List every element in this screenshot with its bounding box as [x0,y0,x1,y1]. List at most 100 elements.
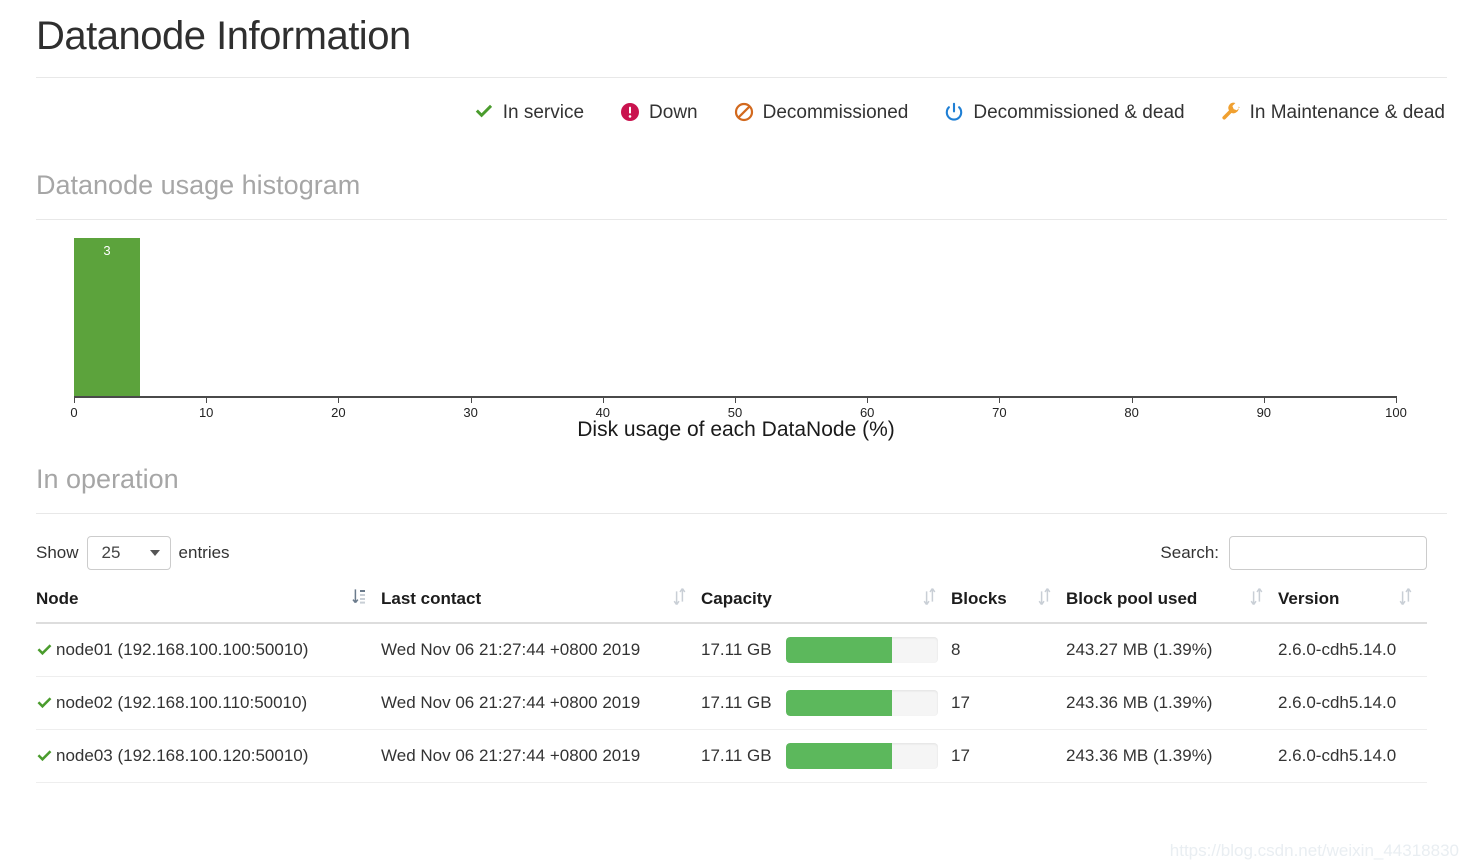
cell-last-contact: Wed Nov 06 21:27:44 +0800 2019 [381,676,701,730]
column-sort-icon[interactable] [1249,588,1264,610]
column-header-label: Version [1278,589,1340,608]
x-axis-tick [74,396,75,403]
cell-last-contact: Wed Nov 06 21:27:44 +0800 2019 [381,729,701,783]
in-operation-heading: In operation [36,464,179,494]
sort-both-icon [1038,588,1051,606]
capacity-progress-bar [785,637,938,663]
in-service-check-icon [36,695,53,712]
capacity-value: 17.11 GB [701,693,772,712]
column-header-block-pool-used[interactable]: Block pool used [1066,588,1278,624]
legend-item-3: Decommissioned & dead [944,101,1185,123]
table-row: node02 (192.168.100.110:50010) Wed Nov 06… [36,676,1427,730]
node-label: node02 (192.168.100.110:50010) [56,693,308,712]
search-control: Search: [1160,536,1427,570]
x-axis-tick [206,396,208,403]
legend-label: In Maintenance & dead [1249,101,1445,123]
page-title: Datanode Information [36,14,411,58]
table-row: node01 (192.168.100.100:50010) Wed Nov 06… [36,623,1427,677]
show-label: Show [36,543,79,562]
page-length-control: Show 25 entries [36,536,230,570]
column-header-version[interactable]: Version [1278,588,1427,624]
histogram-heading: Datanode usage histogram [36,170,361,200]
column-sort-icon[interactable] [352,588,367,610]
column-header-node[interactable]: Node [36,588,381,624]
datanode-table-area: Show 25 entries Search: Node Last contact… [0,514,1463,783]
table-head: Node Last contact Capacity Blocks Block pool… [36,588,1427,624]
cell-block-pool-used: 243.36 MB (1.39%) [1066,676,1278,730]
status-legend: In service Down Decommissioned Decommission… [0,78,1463,122]
legend-item-2: Decommissioned [734,101,909,123]
in-service-check-icon [36,748,53,765]
in-service-check-icon [36,642,53,659]
column-header-last-contact[interactable]: Last contact [381,588,701,624]
x-axis-tick [338,396,340,403]
column-sort-icon[interactable] [922,588,937,610]
cell-version: 2.6.0-cdh5.14.0 [1278,729,1427,783]
sort-asc-icon [352,589,365,604]
chevron-down-icon [149,550,160,556]
column-header-label: Capacity [701,589,772,608]
cell-last-contact: Wed Nov 06 21:27:44 +0800 2019 [381,623,701,677]
node-label: node03 (192.168.100.120:50010) [56,746,309,765]
cell-block-pool-used: 243.27 MB (1.39%) [1066,623,1278,677]
search-label: Search: [1160,543,1219,562]
column-sort-icon[interactable] [672,588,687,610]
legend-label: Decommissioned & dead [973,101,1185,123]
x-axis-tick [735,396,736,403]
histogram-bar: 3 [74,238,141,396]
cell-capacity: 17.11 GB [701,729,951,783]
cell-version: 2.6.0-cdh5.14.0 [1278,623,1427,677]
x-axis-tick [470,396,472,403]
x-axis-tick [1131,396,1133,403]
cell-version: 2.6.0-cdh5.14.0 [1278,676,1427,730]
column-header-blocks[interactable]: Blocks [951,588,1066,624]
x-axis-tick [867,396,869,403]
sort-both-icon [673,588,686,606]
column-sort-icon[interactable] [1037,588,1052,610]
cell-node: node01 (192.168.100.100:50010) [36,623,381,677]
x-axis-title: Disk usage of each DataNode (%) [577,418,895,441]
power-off-icon [944,102,964,122]
sort-both-icon [1399,588,1412,606]
column-header-capacity[interactable]: Capacity [701,588,951,624]
legend-label: In service [502,101,585,123]
check-icon [474,102,494,122]
x-axis-tick [1263,396,1265,403]
capacity-value: 17.11 GB [701,746,772,765]
x-axis-tick [602,396,604,403]
datanode-usage-histogram: 3 0 10 20 30 40 50 60 70 80 90 100 Disk usage of e… [36,220,1436,442]
column-sort-icon[interactable] [1398,588,1413,610]
page-length-select[interactable]: 25 [86,536,171,570]
legend-label: Down [649,101,698,123]
ban-icon [734,102,754,122]
capacity-progress-bar [785,743,938,769]
node-label: node01 (192.168.100.100:50010) [56,640,309,659]
histogram-bar-value: 3 [103,243,111,258]
cell-blocks: 17 [951,729,1066,783]
legend-item-1: Down [620,102,698,122]
exclamation-circle-icon [620,102,640,122]
watermark: https://blog.csdn.net/weixin_44318830 [1169,841,1459,860]
table-controls: Show 25 entries Search: [36,514,1427,570]
legend-item-4: In Maintenance & dead [1221,102,1445,122]
capacity-progress-bar [785,690,938,716]
table-row: node03 (192.168.100.120:50010) Wed Nov 06… [36,729,1427,783]
sort-both-icon [1250,588,1263,606]
table-body: node01 (192.168.100.100:50010) Wed Nov 06… [36,623,1427,783]
x-axis-tick [1396,396,1397,403]
entries-label: entries [178,543,230,562]
datanode-table: Node Last contact Capacity Blocks Block pool… [36,588,1427,783]
x-axis-tick [999,396,1001,403]
cell-node: node03 (192.168.100.120:50010) [36,729,381,783]
cell-node: node02 (192.168.100.110:50010) [36,676,381,730]
cell-block-pool-used: 243.36 MB (1.39%) [1066,729,1278,783]
chart-plot-area: 3 [74,238,1396,396]
page-length-value: 25 [101,543,121,562]
legend-label: Decommissioned [762,101,909,123]
legend-item-0: In service [474,102,584,122]
search-input[interactable] [1229,536,1427,570]
cell-capacity: 17.11 GB [701,676,951,730]
capacity-value: 17.11 GB [701,640,772,659]
wrench-icon [1221,102,1241,122]
cell-blocks: 17 [951,676,1066,730]
